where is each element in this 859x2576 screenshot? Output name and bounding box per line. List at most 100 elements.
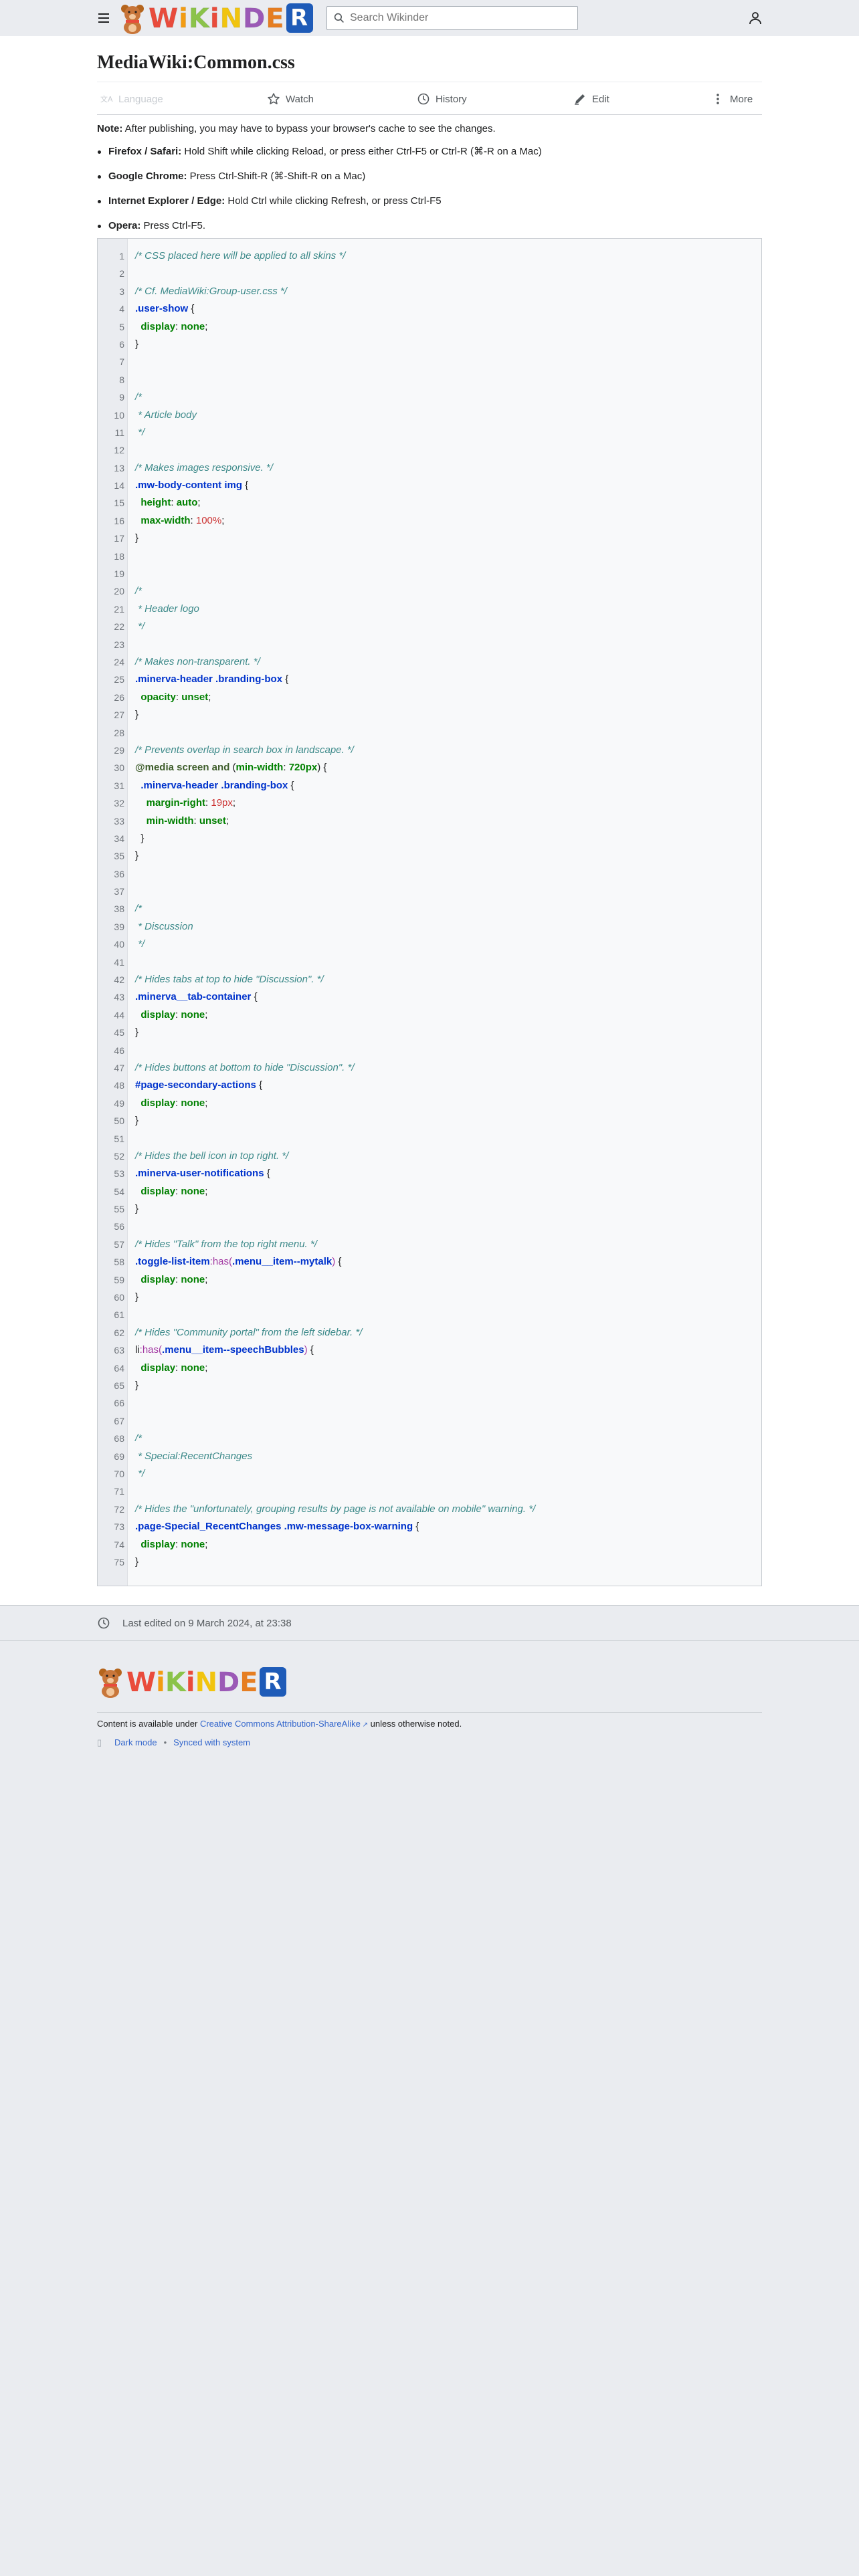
code-line: 23 <box>98 636 761 653</box>
ellipsis-vertical-icon <box>717 94 719 104</box>
code-line: 48 #page-secondary-actions { <box>98 1077 761 1094</box>
code-line: 3/* Cf. MediaWiki:Group-user.css */ <box>98 283 761 300</box>
watch-button[interactable]: Watch <box>267 91 314 107</box>
search-input[interactable] <box>350 12 551 24</box>
browser-instruction: Google Chrome: Press Ctrl-Shift-R (⌘-Shi… <box>98 169 542 194</box>
code-line: 61 <box>98 1306 761 1323</box>
code-line: 19 <box>98 565 761 582</box>
line-number: 22 <box>114 621 124 633</box>
code-line: 33 min-width: unset; <box>98 813 761 830</box>
code-line: 46 <box>98 1042 761 1059</box>
line-number: 70 <box>114 1468 124 1479</box>
logo-letter: i <box>185 1667 195 1698</box>
code-line: 40 */ <box>98 936 761 953</box>
svg-text:文A: 文A <box>100 94 113 104</box>
edit-icon <box>575 94 585 105</box>
code-line: 58 .toggle-list-item:has(.menu__item--myt… <box>98 1253 761 1271</box>
line-number: 40 <box>114 939 124 950</box>
logo-letter: D <box>243 3 266 35</box>
code-line: 1/* CSS placed here will be applied to a… <box>98 247 761 265</box>
logo-letter: R <box>259 1667 286 1697</box>
page-title: MediaWiki:Common.css <box>97 52 295 73</box>
line-number: 53 <box>114 1168 124 1180</box>
code-line: 42/* Hides tabs at top to hide "Discussi… <box>98 971 761 988</box>
code-line: 28 <box>98 724 761 742</box>
site-logo[interactable]: WiKiNDER <box>119 1 313 36</box>
browser-instruction: Firefox / Safari: Hold Shift while click… <box>98 144 542 169</box>
code-line: 57/* Hides "Talk" from the top right men… <box>98 1236 761 1253</box>
code-line: 10 * Article body <box>98 407 761 424</box>
line-number: 20 <box>114 586 124 597</box>
line-number: 48 <box>114 1080 124 1091</box>
teddy-bear-icon <box>99 1669 122 1698</box>
dark-mode-link[interactable]: Dark mode <box>114 1736 157 1749</box>
line-number: 68 <box>114 1433 124 1444</box>
main-menu-button[interactable] <box>94 8 114 28</box>
line-number: 8 <box>119 374 124 385</box>
line-number: 37 <box>114 886 124 897</box>
license-text: Content is available under Creative Comm… <box>97 1719 462 1729</box>
header: WiKiNDER <box>0 0 859 36</box>
line-number: 31 <box>114 780 124 791</box>
code-line: 70 */ <box>98 1465 761 1483</box>
line-number: 10 <box>114 409 124 421</box>
code-line: 37 <box>98 883 761 900</box>
line-number: 57 <box>114 1239 124 1250</box>
line-number: 46 <box>114 1045 124 1056</box>
line-number: 24 <box>114 656 124 667</box>
more-button[interactable]: More <box>711 91 753 107</box>
code-line: 49 display: none; <box>98 1095 761 1112</box>
footer-logo[interactable]: WiKiNDER <box>97 1665 286 1700</box>
star-icon <box>268 93 280 104</box>
line-number: 64 <box>114 1362 124 1374</box>
line-number: 1 <box>119 251 124 261</box>
line-number: 49 <box>114 1097 124 1109</box>
line-number: 2 <box>119 268 124 280</box>
theme-row: ▯ Dark mode • Synced with system <box>97 1736 250 1749</box>
line-number: 63 <box>114 1345 124 1356</box>
user-menu-button[interactable] <box>745 8 765 28</box>
last-edited-bar[interactable]: Last edited on 9 March 2024, at 23:38 <box>0 1605 859 1641</box>
search-box[interactable] <box>326 6 578 30</box>
history-button[interactable]: History <box>417 91 467 107</box>
code-line: 5 display: none; <box>98 318 761 336</box>
code-line: 44 display: none; <box>98 1006 761 1024</box>
logo-letter: N <box>195 1667 218 1698</box>
code-line: 51 <box>98 1130 761 1148</box>
code-line: 73 .page-Special_RecentChanges .mw-messag… <box>98 1518 761 1535</box>
logo-letter: W <box>148 3 179 35</box>
last-edited-text[interactable]: Last edited on 9 March 2024, at 23:38 <box>122 1618 292 1629</box>
cache-note: Note: After publishing, you may have to … <box>97 123 496 134</box>
logo-letter: E <box>266 3 285 35</box>
line-number: 69 <box>114 1451 124 1462</box>
line-number: 51 <box>114 1133 124 1144</box>
browser-instruction: Internet Explorer / Edge: Hold Ctrl whil… <box>98 194 542 219</box>
code-line: 20/* <box>98 582 761 600</box>
line-number: 39 <box>114 921 124 932</box>
code-line: 8 <box>98 371 761 389</box>
line-number: 5 <box>119 321 124 332</box>
line-number: 52 <box>114 1150 124 1162</box>
line-number: 11 <box>114 427 124 438</box>
code-line: 52/* Hides the bell icon in top right. *… <box>98 1148 761 1165</box>
logo-letter: D <box>217 1667 240 1698</box>
code-line: 11 */ <box>98 424 761 441</box>
line-number: 35 <box>114 851 124 862</box>
footer: WiKiNDER Content is available under Crea… <box>0 1641 859 2576</box>
logo-letter: K <box>188 3 210 35</box>
main-content: MediaWiki:Common.css 文A Language Watch H… <box>0 36 859 1605</box>
history-icon <box>98 1617 110 1629</box>
line-number: 13 <box>114 462 124 473</box>
line-number: 3 <box>119 286 124 297</box>
synced-with-system-link[interactable]: Synced with system <box>173 1736 250 1749</box>
line-number: 55 <box>114 1204 124 1215</box>
line-number: 7 <box>119 356 124 368</box>
edit-button[interactable]: Edit <box>573 91 609 107</box>
logo-letter: i <box>156 1667 165 1698</box>
line-number: 61 <box>114 1309 124 1321</box>
line-number: 74 <box>114 1539 124 1550</box>
code-block: 1/* CSS placed here will be applied to a… <box>97 238 762 1586</box>
code-line: 6} <box>98 336 761 353</box>
line-number: 36 <box>114 868 124 879</box>
license-link[interactable]: Creative Commons Attribution-ShareAlike <box>200 1719 361 1729</box>
